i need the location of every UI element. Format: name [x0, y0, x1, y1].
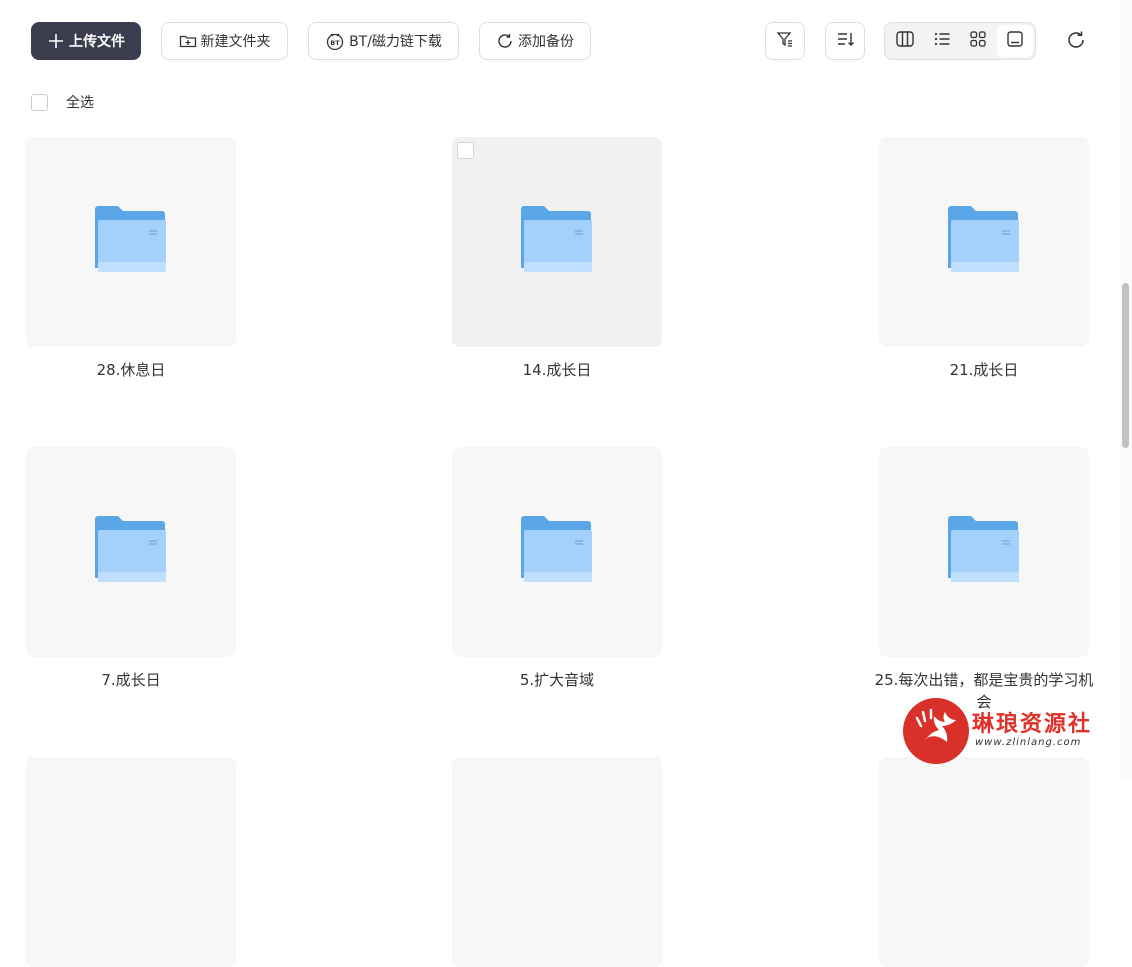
folder-name[interactable]: 28.休息日: [21, 359, 241, 381]
folder-card[interactable]: [26, 757, 236, 967]
filter-button[interactable]: [765, 22, 805, 60]
folder-thumbnail[interactable]: [26, 757, 236, 967]
folder-icon: [947, 516, 1021, 588]
watermark-text: 琳琅资源社: [972, 711, 1093, 737]
columns-icon: [895, 29, 915, 53]
sort-icon: [835, 29, 855, 53]
toolbar: 上传文件 新建文件夹 BT BT/磁力链下载 添加备份: [0, 0, 1120, 82]
list-view-button[interactable]: [924, 25, 961, 57]
sort-button[interactable]: [825, 22, 865, 60]
folder-card[interactable]: 14.成长日: [452, 137, 662, 381]
folder-plus-icon: [179, 32, 197, 50]
folder-card[interactable]: [452, 757, 662, 967]
folder-thumbnail[interactable]: [879, 757, 1089, 967]
folder-icon: [520, 206, 594, 278]
watermark: 琳琅资源社 www.zlinlang.com: [900, 696, 1115, 766]
grid-icon: [968, 29, 988, 53]
folder-name[interactable]: 7.成长日: [21, 669, 241, 691]
folder-icon: [94, 206, 168, 278]
scrollbar-thumb[interactable]: [1122, 283, 1129, 448]
bt-download-button[interactable]: BT BT/磁力链下载: [308, 22, 459, 60]
new-folder-label: 新建文件夹: [200, 34, 271, 50]
column-view-button[interactable]: [887, 25, 924, 57]
folder-card[interactable]: 5.扩大音域: [452, 447, 662, 691]
folder-icon: [947, 206, 1021, 278]
folder-card[interactable]: 28.休息日: [26, 137, 236, 381]
scrollbar[interactable]: [1120, 0, 1132, 780]
bt-download-label: BT/磁力链下载: [349, 34, 442, 50]
folder-card[interactable]: 21.成长日: [879, 137, 1089, 381]
svg-text:BT: BT: [330, 39, 340, 47]
refresh-button[interactable]: [1062, 28, 1090, 56]
folder-card[interactable]: 7.成长日: [26, 447, 236, 691]
upload-button[interactable]: 上传文件: [31, 22, 141, 60]
watermark-logo: [903, 698, 969, 764]
folder-card[interactable]: 25.每次出错，都是宝贵的学习机会: [875, 447, 1093, 713]
folder-icon: [94, 516, 168, 588]
folder-name[interactable]: 5.扩大音域: [447, 669, 667, 691]
thumbnail-view-button[interactable]: [996, 25, 1033, 57]
folder-icon: [520, 516, 594, 588]
refresh-icon: [1065, 29, 1087, 55]
watermark-url: www.zlinlang.com: [975, 737, 1082, 748]
folder-name[interactable]: 14.成长日: [447, 359, 667, 381]
upload-label: 上传文件: [69, 34, 125, 50]
folder-thumbnail[interactable]: [452, 447, 662, 657]
add-backup-button[interactable]: 添加备份: [479, 22, 591, 60]
select-all-checkbox[interactable]: [31, 93, 48, 111]
bt-icon: BT: [325, 32, 345, 50]
plus-icon: [47, 32, 65, 50]
folder-thumbnail[interactable]: [26, 447, 236, 657]
new-folder-button[interactable]: 新建文件夹: [161, 22, 288, 60]
folder-select-checkbox[interactable]: [457, 142, 474, 159]
folder-thumbnail[interactable]: [26, 137, 236, 347]
thumbnail-icon: [1005, 29, 1025, 53]
folder-thumbnail[interactable]: [879, 137, 1089, 347]
select-all-label: 全选: [66, 95, 94, 111]
filter-icon: [775, 29, 795, 53]
folder-thumbnail[interactable]: [879, 447, 1089, 657]
folder-name[interactable]: 21.成长日: [874, 359, 1094, 381]
view-mode-group: [884, 22, 1036, 60]
folder-card[interactable]: [879, 757, 1089, 967]
add-backup-label: 添加备份: [518, 34, 574, 50]
folder-thumbnail[interactable]: [452, 137, 662, 347]
folder-thumbnail[interactable]: [452, 757, 662, 967]
sync-icon: [496, 32, 514, 50]
list-icon: [932, 29, 952, 53]
grid-view-button[interactable]: [960, 25, 997, 57]
select-all[interactable]: 全选: [31, 92, 94, 112]
